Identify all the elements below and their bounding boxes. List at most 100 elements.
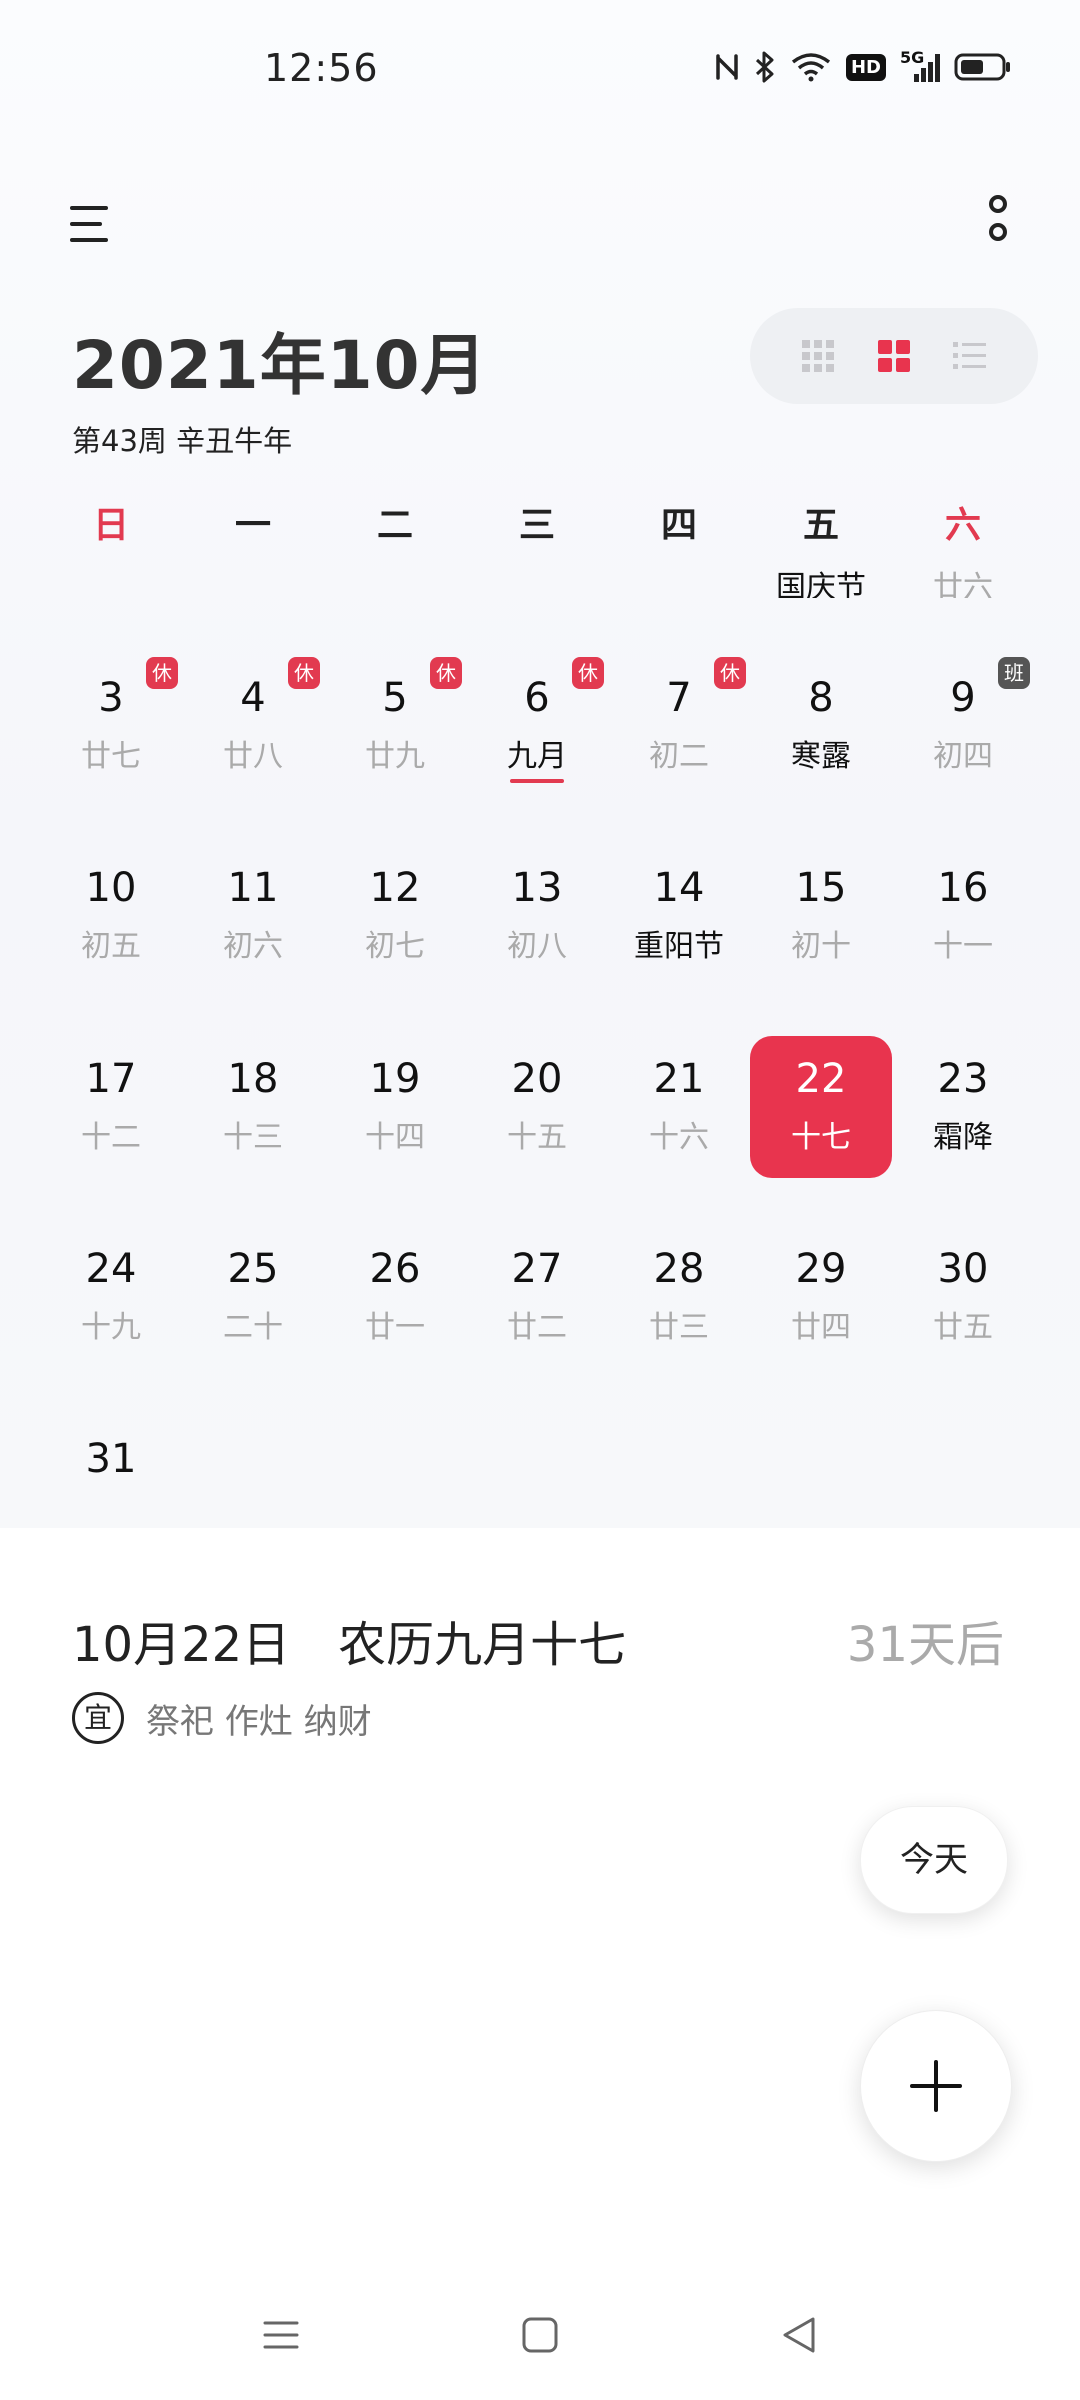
day-cell[interactable]: 26 廿一 (324, 1226, 466, 1368)
day-lunar: 初七 (365, 929, 425, 964)
partial-day-cell[interactable]: 廿六 (892, 562, 1034, 598)
day-lunar: 初四 (933, 739, 993, 774)
add-event-button[interactable] (860, 2010, 1012, 2162)
holiday-badge: 休 (430, 657, 462, 689)
plus-icon (910, 2060, 962, 2112)
recent-apps-button[interactable] (254, 2308, 308, 2362)
day-lunar: 初二 (649, 739, 709, 774)
day-cell[interactable]: 5 廿九休 (324, 655, 466, 797)
day-number: 21 (653, 1056, 705, 1102)
day-lunar: 十九 (81, 1310, 141, 1345)
selected-date: 10月22日 (72, 1617, 291, 1673)
day-cell[interactable]: 18 十三 (182, 1036, 324, 1178)
day-number: 18 (227, 1056, 279, 1102)
day-number: 17 (85, 1056, 137, 1102)
day-number: 25 (227, 1246, 279, 1292)
day-cell[interactable]: 10 初五 (40, 845, 182, 987)
day-number: 8 (808, 675, 834, 721)
day-lunar: 初八 (507, 929, 567, 964)
day-cell[interactable]: 17 十二 (40, 1036, 182, 1178)
day-cell[interactable]: 8 寒露 (750, 655, 892, 797)
day-cell[interactable]: 13 初八 (466, 845, 608, 987)
selected-date-info: 10月22日 农历九月十七 (72, 1605, 626, 1675)
day-cell[interactable]: 15 初十 (750, 845, 892, 987)
day-cell-selected[interactable]: 22 十七 (750, 1036, 892, 1178)
day-number: 24 (85, 1246, 137, 1292)
home-icon (522, 2317, 558, 2353)
day-cell[interactable]: 3 廿七休 (40, 655, 182, 797)
day-number: 14 (653, 865, 705, 911)
day-lunar: 廿七 (81, 739, 141, 774)
home-button[interactable] (513, 2308, 567, 2362)
day-lunar: 十七 (791, 1120, 851, 1155)
day-lunar: 十一 (933, 929, 993, 964)
holiday-badge: 休 (288, 657, 320, 689)
selected-lunar-date: 农历九月十七 (338, 1617, 627, 1673)
holiday-badge: 休 (146, 657, 178, 689)
day-cell[interactable]: 19 十四 (324, 1036, 466, 1178)
day-cell[interactable]: 6 九月休 (466, 655, 608, 797)
day-cell[interactable]: 11 初六 (182, 845, 324, 987)
holiday-badge: 休 (572, 657, 604, 689)
yi-badge: 宜 (72, 1692, 124, 1744)
day-lunar: 十五 (507, 1120, 567, 1155)
day-lunar: 霜降 (933, 1120, 993, 1155)
recent-apps-icon (263, 2321, 299, 2349)
day-lunar: 廿三 (649, 1310, 709, 1345)
day-number: 11 (227, 865, 279, 911)
day-cell[interactable]: 24 十九 (40, 1226, 182, 1368)
day-cell[interactable]: 27 廿二 (466, 1226, 608, 1368)
day-number: 16 (937, 865, 989, 911)
day-lunar: 九月 (507, 739, 567, 774)
day-cell[interactable]: 28 廿三 (608, 1226, 750, 1368)
day-lunar: 廿二 (507, 1310, 567, 1345)
day-lunar: 廿九 (365, 739, 425, 774)
day-lunar: 十二 (81, 1120, 141, 1155)
back-icon (783, 2317, 815, 2353)
day-number: 13 (511, 865, 563, 911)
partial-day-cell[interactable]: 国庆节 (750, 562, 892, 598)
day-lunar: 廿五 (933, 1310, 993, 1345)
day-number: 30 (937, 1246, 989, 1292)
calendar-app: 12:56 HD 5G 2021年10月 第43周 辛丑牛年 日 一 二 三 四… (0, 0, 1080, 2400)
day-number: 10 (85, 865, 137, 911)
holiday-badge: 休 (714, 657, 746, 689)
workday-badge: 班 (998, 657, 1030, 689)
day-number: 31 (85, 1436, 137, 1482)
day-lunar: 廿一 (365, 1310, 425, 1345)
day-lunar: 寒露 (791, 739, 851, 774)
day-number: 19 (369, 1056, 421, 1102)
day-cell[interactable]: 12 初七 (324, 845, 466, 987)
day-cell[interactable]: 9 初四班 (892, 655, 1034, 797)
day-number: 27 (511, 1246, 563, 1292)
day-lunar: 初十 (791, 929, 851, 964)
day-cell[interactable]: 20 十五 (466, 1036, 608, 1178)
day-lunar: 廿四 (791, 1310, 851, 1345)
day-cell[interactable]: 30 廿五 (892, 1226, 1034, 1368)
day-lunar: 十四 (365, 1120, 425, 1155)
day-number: 23 (937, 1056, 989, 1102)
day-lunar: 初五 (81, 929, 141, 964)
day-cell[interactable]: 23 霜降 (892, 1036, 1034, 1178)
system-nav-bar (0, 2290, 1080, 2380)
day-lunar: 国庆节 (776, 570, 866, 598)
today-button[interactable]: 今天 (860, 1806, 1008, 1914)
day-cell[interactable]: 16 十一 (892, 845, 1034, 987)
day-lunar: 二十 (223, 1310, 283, 1345)
day-cell[interactable]: 4 廿八休 (182, 655, 324, 797)
day-number: 12 (369, 865, 421, 911)
day-lunar: 初六 (223, 929, 283, 964)
day-cell[interactable]: 14 重阳节 (608, 845, 750, 987)
day-lunar: 廿六 (933, 570, 993, 598)
day-cell[interactable]: 21 十六 (608, 1036, 750, 1178)
day-cell[interactable]: 29 廿四 (750, 1226, 892, 1368)
day-lunar: 十六 (649, 1120, 709, 1155)
day-cell[interactable]: 7 初二休 (608, 655, 750, 797)
day-number: 22 (795, 1056, 847, 1102)
day-cell[interactable]: 25 二十 (182, 1226, 324, 1368)
day-number: 28 (653, 1246, 705, 1292)
back-button[interactable] (772, 2308, 826, 2362)
day-lunar: 廿八 (223, 739, 283, 774)
day-cell[interactable]: 31 (40, 1416, 182, 1528)
auspicious-row: 宜 祭祀 作灶 纳财 (72, 1692, 372, 1744)
